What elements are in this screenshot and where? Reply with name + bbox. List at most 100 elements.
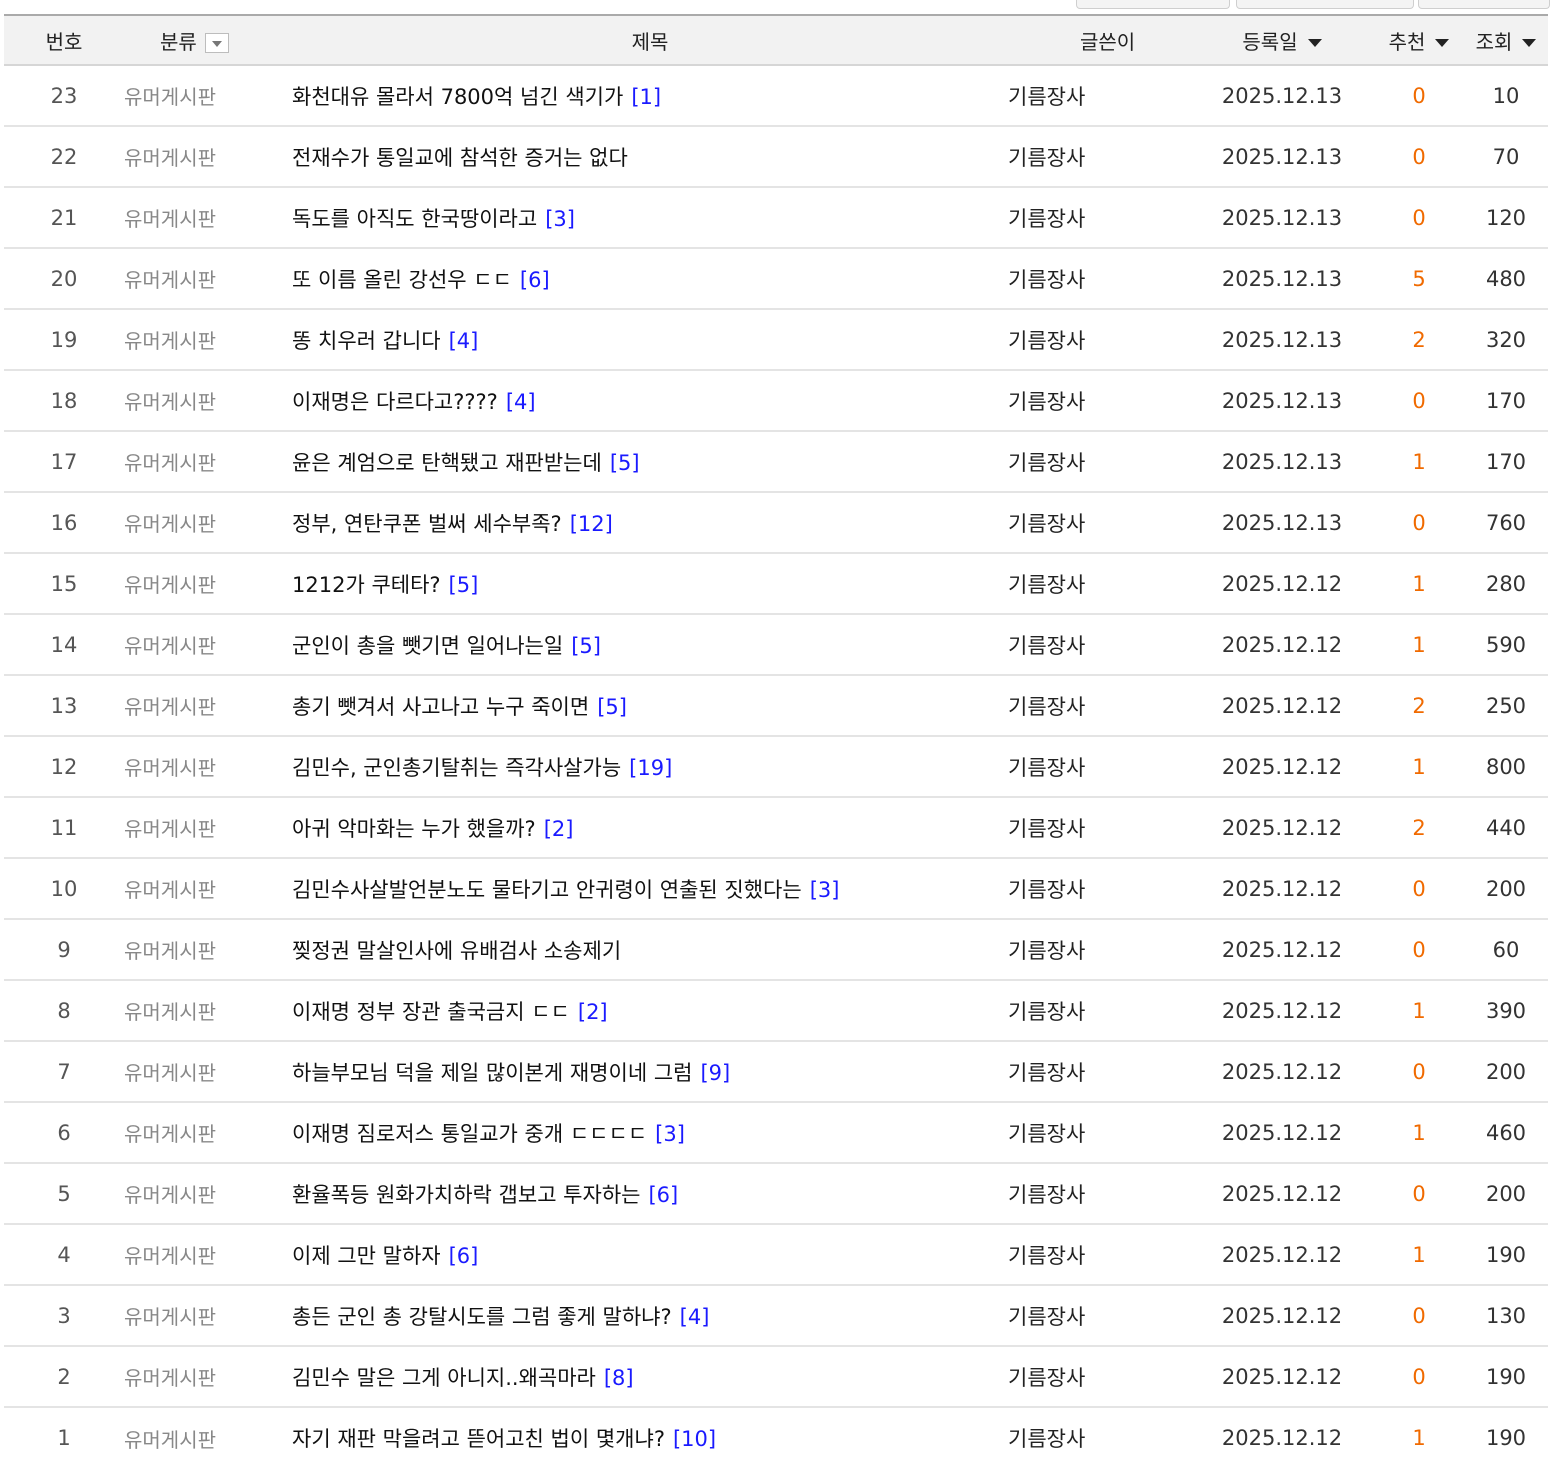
table-row[interactable]: 6 유머게시판 이재명 짐로저스 통일교가 중개 ㄷㄷㄷㄷ [3] 기름장사 2025.1… [4,1102,1548,1164]
post-title-cell[interactable]: 윤은 계엄으로 탄핵됐고 재판받는데 [5] [292,431,1008,493]
post-title-link[interactable]: 김민수, 군인총기탈취는 즉각사살가능 [292,756,621,780]
post-title-cell[interactable]: 김민수 말은 그게 아니지..왜곡마라 [8] [292,1346,1008,1408]
post-title-cell[interactable]: 이재명 정부 장관 출국금지 ㄷㄷ [2] [292,980,1008,1042]
post-category[interactable]: 유머게시판 [124,614,292,676]
post-writer[interactable]: 기름장사 [1008,1346,1190,1408]
post-writer[interactable]: 기름장사 [1008,1407,1190,1468]
post-writer[interactable]: 기름장사 [1008,126,1190,188]
post-writer[interactable]: 기름장사 [1008,736,1190,798]
post-title-cell[interactable]: 이제 그만 말하자 [6] [292,1224,1008,1286]
header-views[interactable]: 조회 [1464,16,1548,66]
post-category[interactable]: 유머게시판 [124,248,292,310]
comment-count[interactable]: [5] [571,634,601,658]
post-title-cell[interactable]: 이재명은 다르다고???? [4] [292,370,1008,432]
post-writer[interactable]: 기름장사 [1008,614,1190,676]
comment-count[interactable]: [6] [520,268,550,292]
post-category[interactable]: 유머게시판 [124,1224,292,1286]
comment-count[interactable]: [19] [629,756,672,780]
post-category[interactable]: 유머게시판 [124,797,292,859]
post-category[interactable]: 유머게시판 [124,858,292,920]
comment-count[interactable]: [12] [570,512,613,536]
table-row[interactable]: 21 유머게시판 독도를 아직도 한국땅이라고 [3] 기름장사 2025.12.13 0 1… [4,187,1548,249]
post-category[interactable]: 유머게시판 [124,431,292,493]
post-writer[interactable]: 기름장사 [1008,919,1190,981]
table-row[interactable]: 7 유머게시판 하늘부모님 덕을 제일 많이본게 재명이네 그럼 [9] 기름장사 202… [4,1041,1548,1103]
post-category[interactable]: 유머게시판 [124,65,292,127]
post-writer[interactable]: 기름장사 [1008,1285,1190,1347]
table-row[interactable]: 5 유머게시판 환율폭등 원화가치하락 갭보고 투자하는 [6] 기름장사 2025.12… [4,1163,1548,1225]
post-writer[interactable]: 기름장사 [1008,187,1190,249]
post-title-cell[interactable]: 총든 군인 총 강탈시도를 그럼 좋게 말하냐? [4] [292,1285,1008,1347]
table-row[interactable]: 9 유머게시판 찢정권 말살인사에 유배검사 소송제기 기름장사 2025.12.12 0… [4,919,1548,981]
table-row[interactable]: 14 유머게시판 군인이 총을 뺏기면 일어나는일 [5] 기름장사 2025.12.12… [4,614,1548,676]
post-title-link[interactable]: 이재명 짐로저스 통일교가 중개 ㄷㄷㄷㄷ [292,1122,647,1146]
post-title-link[interactable]: 김민수사살발언분노도 물타기고 안귀령이 연출된 짓했다는 [292,878,802,902]
table-row[interactable]: 4 유머게시판 이제 그만 말하자 [6] 기름장사 2025.12.12 1 190 [4,1224,1548,1286]
post-writer[interactable]: 기름장사 [1008,65,1190,127]
post-title-link[interactable]: 독도를 아직도 한국땅이라고 [292,207,537,231]
top-button-right[interactable] [1418,0,1550,9]
post-category[interactable]: 유머게시판 [124,309,292,371]
comment-count[interactable]: [2] [544,817,574,841]
comment-count[interactable]: [5] [610,451,640,475]
post-writer[interactable]: 기름장사 [1008,1102,1190,1164]
post-title-cell[interactable]: 총기 뺏겨서 사고나고 누구 죽이면 [5] [292,675,1008,737]
post-title-link[interactable]: 자기 재판 막을려고 뜯어고친 법이 몇개냐? [292,1427,665,1451]
post-category[interactable]: 유머게시판 [124,1102,292,1164]
post-title-cell[interactable]: 찢정권 말살인사에 유배검사 소송제기 [292,919,1008,981]
table-row[interactable]: 2 유머게시판 김민수 말은 그게 아니지..왜곡마라 [8] 기름장사 2025.12.… [4,1346,1548,1408]
table-row[interactable]: 16 유머게시판 정부, 연탄쿠폰 벌써 세수부족? [12] 기름장사 2025.12.… [4,492,1548,554]
post-title-link[interactable]: 환율폭등 원화가치하락 갭보고 투자하는 [292,1183,640,1207]
post-title-cell[interactable]: 화천대유 몰라서 7800억 넘긴 색기가 [1] [292,65,1008,127]
post-title-cell[interactable]: 또 이름 올린 강선우 ㄷㄷ [6] [292,248,1008,310]
post-category[interactable]: 유머게시판 [124,919,292,981]
post-title-link[interactable]: 이재명 정부 장관 출국금지 ㄷㄷ [292,1000,570,1024]
post-title-link[interactable]: 전재수가 통일교에 참석한 증거는 없다 [292,146,628,170]
post-title-link[interactable]: 총든 군인 총 강탈시도를 그럼 좋게 말하냐? [292,1305,672,1329]
comment-count[interactable]: [2] [578,1000,608,1024]
post-title-link[interactable]: 김민수 말은 그게 아니지..왜곡마라 [292,1366,596,1390]
comment-count[interactable]: [3] [810,878,840,902]
post-writer[interactable]: 기름장사 [1008,858,1190,920]
post-category[interactable]: 유머게시판 [124,187,292,249]
comment-count[interactable]: [6] [449,1244,479,1268]
header-category[interactable]: 분류 [124,16,292,66]
post-title-link[interactable]: 1212가 쿠테타? [292,573,441,597]
post-writer[interactable]: 기름장사 [1008,370,1190,432]
post-category[interactable]: 유머게시판 [124,1163,292,1225]
post-category[interactable]: 유머게시판 [124,1285,292,1347]
comment-count[interactable]: [4] [506,390,536,414]
post-category[interactable]: 유머게시판 [124,736,292,798]
post-category[interactable]: 유머게시판 [124,1041,292,1103]
comment-count[interactable]: [3] [545,207,575,231]
post-writer[interactable]: 기름장사 [1008,309,1190,371]
post-writer[interactable]: 기름장사 [1008,1224,1190,1286]
header-recommend[interactable]: 추천 [1374,16,1464,66]
comment-count[interactable]: [5] [597,695,627,719]
post-category[interactable]: 유머게시판 [124,980,292,1042]
post-title-cell[interactable]: 환율폭등 원화가치하락 갭보고 투자하는 [6] [292,1163,1008,1225]
post-title-link[interactable]: 하늘부모님 덕을 제일 많이본게 재명이네 그럼 [292,1061,692,1085]
top-button-left[interactable] [1076,0,1230,9]
post-category[interactable]: 유머게시판 [124,492,292,554]
header-date[interactable]: 등록일 [1190,16,1374,66]
category-dropdown-icon[interactable] [204,33,229,53]
post-title-cell[interactable]: 정부, 연탄쿠폰 벌써 세수부족? [12] [292,492,1008,554]
comment-count[interactable]: [9] [700,1061,730,1085]
table-row[interactable]: 11 유머게시판 아귀 악마화는 누가 했을까? [2] 기름장사 2025.12.12 2… [4,797,1548,859]
post-title-cell[interactable]: 똥 치우러 갑니다 [4] [292,309,1008,371]
table-row[interactable]: 17 유머게시판 윤은 계엄으로 탄핵됐고 재판받는데 [5] 기름장사 2025.12.… [4,431,1548,493]
post-category[interactable]: 유머게시판 [124,370,292,432]
post-writer[interactable]: 기름장사 [1008,492,1190,554]
table-row[interactable]: 8 유머게시판 이재명 정부 장관 출국금지 ㄷㄷ [2] 기름장사 2025.12.12… [4,980,1548,1042]
post-title-link[interactable]: 윤은 계엄으로 탄핵됐고 재판받는데 [292,451,602,475]
post-title-cell[interactable]: 군인이 총을 뺏기면 일어나는일 [5] [292,614,1008,676]
post-title-link[interactable]: 총기 뺏겨서 사고나고 누구 죽이면 [292,695,589,719]
post-writer[interactable]: 기름장사 [1008,248,1190,310]
post-writer[interactable]: 기름장사 [1008,1041,1190,1103]
table-row[interactable]: 15 유머게시판 1212가 쿠테타? [5] 기름장사 2025.12.12 1 280 [4,553,1548,615]
post-writer[interactable]: 기름장사 [1008,1163,1190,1225]
table-row[interactable]: 22 유머게시판 전재수가 통일교에 참석한 증거는 없다 기름장사 2025.12.1… [4,126,1548,188]
post-title-link[interactable]: 또 이름 올린 강선우 ㄷㄷ [292,268,512,292]
post-category[interactable]: 유머게시판 [124,126,292,188]
